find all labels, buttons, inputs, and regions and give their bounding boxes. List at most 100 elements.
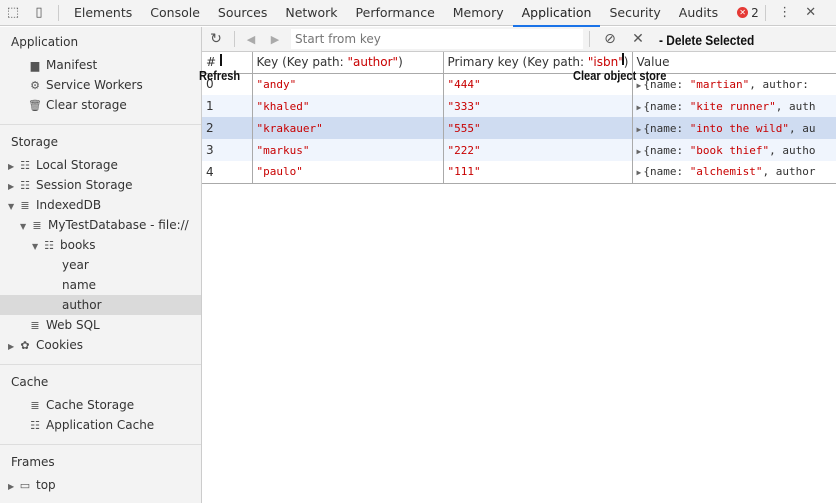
expand-arrow-icon[interactable]: ▶ [8,157,18,177]
tab-application[interactable]: Application [512,0,601,27]
expand-arrow-icon[interactable]: ▶ [637,103,642,112]
error-count-badge[interactable]: ✕ 2 [737,6,759,20]
cookie-icon: ✿ [20,339,30,352]
key-cell: "andy" [252,73,444,95]
start-from-key-input[interactable] [291,29,583,49]
table-row[interactable]: 1 "khaled" "333" ▶ {name: "kite runner", aut… [202,95,836,117]
row-index: 3 [202,139,253,161]
database-icon: ≣ [32,219,42,232]
tab-audits[interactable]: Audits [670,0,727,26]
sidebar-item-session-storage[interactable]: ▶ ☷ Session Storage [0,175,201,195]
tab-memory[interactable]: Memory [444,0,513,26]
clear-object-store-annotation: Clear object store [573,68,667,83]
refresh-button[interactable]: ↻ [202,31,230,47]
annotation-pointer [220,54,222,66]
device-toolbar-icon[interactable]: ▯ [26,5,52,20]
sidebar-item-service-workers[interactable]: ⚙ Service Workers [0,75,201,95]
devtools-tabbar: ⬚ ▯ Elements Console Sources Network Perform… [0,0,836,27]
sidebar-item-clear-storage[interactable]: 🗑 Clear storage [0,95,201,115]
divider [0,124,201,125]
sidebar-item-cache-storage[interactable]: ≣ Cache Storage [0,395,201,415]
previous-page-button[interactable]: ◀ [239,33,263,46]
row-index: 4 [202,161,253,184]
expand-arrow-icon[interactable]: ▶ [637,168,642,177]
gear-icon: ⚙ [30,79,40,92]
sidebar-item-mytestdatabase[interactable]: ▼ ≣ MyTestDatabase - file:// [0,215,201,235]
key-cell: "paulo" [252,161,444,184]
tab-sources[interactable]: Sources [209,0,276,26]
expand-arrow-icon[interactable]: ▶ [8,177,18,197]
key-cell: "krakauer" [252,117,444,139]
sidebar-item-index-name[interactable]: name [0,275,201,295]
delete-selected-button[interactable]: ✕ [624,31,652,47]
sidebar-item-index-year[interactable]: year [0,255,201,275]
delete-selected-annotation: - Delete Selected [659,32,755,48]
sidebar-item-web-sql[interactable]: ≣ Web SQL [0,315,201,335]
sidebar-item-local-storage[interactable]: ▶ ☷ Local Storage [0,155,201,175]
tab-network[interactable]: Network [276,0,346,26]
primary-key-cell: "222" [443,139,633,161]
primary-key-cell: "555" [443,117,633,139]
database-icon: ≣ [20,199,30,212]
column-header-key[interactable]: Key (Key path: "author") [252,52,444,74]
sidebar-item-indexeddb[interactable]: ▼ ≣ IndexedDB [0,195,201,215]
annotation-pointer [622,53,624,65]
key-cell: "khaled" [252,95,444,117]
divider [589,31,590,47]
table-row[interactable]: 0 "andy" "444" ▶ {name: "martian", author: [202,73,836,95]
more-options-icon[interactable]: ⋮ [772,5,798,20]
grid-icon: ☷ [44,239,54,252]
row-index: 2 [202,117,253,139]
primary-key-cell: "333" [443,95,633,117]
tab-performance[interactable]: Performance [347,0,444,26]
expand-arrow-icon[interactable]: ▶ [637,147,642,156]
tab-console[interactable]: Console [141,0,209,26]
refresh-annotation: Refresh [199,68,241,83]
expand-arrow-icon[interactable]: ▶ [637,125,642,134]
sidebar-item-index-author[interactable]: author [0,295,201,315]
row-index: 1 [202,95,253,117]
grid-icon: ☷ [20,159,30,172]
table-row[interactable]: 3 "markus" "222" ▶ {name: "book thief", auth… [202,139,836,161]
sidebar-item-manifest[interactable]: ▆ Manifest [0,55,201,75]
expand-arrow-icon[interactable]: ▼ [20,217,30,237]
clear-object-store-button[interactable]: ⊘ [596,31,624,47]
divider [0,364,201,365]
sidebar: Application ▆ Manifest ⚙ Service Workers 🗑 Cle… [0,27,202,503]
table-row[interactable]: 4 "paulo" "111" ▶ {name: "alchemist", author [202,161,836,184]
section-header-frames: Frames [11,455,55,469]
tab-elements[interactable]: Elements [65,0,141,26]
key-cell: "markus" [252,139,444,161]
divider [0,444,201,445]
database-icon: ≣ [30,319,40,332]
table-header: # Key (Key path: "author") Primary key (… [202,52,836,74]
inspect-element-icon[interactable]: ⬚ [0,5,26,20]
sidebar-item-books[interactable]: ▼ ☷ books [0,235,201,255]
expand-arrow-icon[interactable]: ▶ [8,337,18,357]
expand-arrow-icon[interactable]: ▶ [8,477,18,497]
primary-key-cell: "111" [443,161,633,184]
section-header-storage: Storage [11,135,58,149]
next-page-button[interactable]: ▶ [263,33,287,46]
close-icon[interactable]: ✕ [798,5,824,20]
sidebar-item-top[interactable]: ▶ ▭ top [0,475,201,495]
divider [764,4,766,21]
expand-arrow-icon[interactable]: ▼ [32,237,42,257]
sidebar-item-cookies[interactable]: ▶ ✿ Cookies [0,335,201,355]
manifest-icon: ▆ [30,59,40,72]
grid-icon: ☷ [30,419,40,432]
divider [234,31,235,47]
value-cell: ▶ {name: "book thief", autho [632,139,836,161]
table-row[interactable]: 2 "krakauer" "555" ▶ {name: "into the wild",… [202,117,836,139]
database-icon: ≣ [30,399,40,412]
value-cell: ▶ {name: "into the wild", au [632,117,836,139]
value-cell: ▶ {name: "kite runner", auth [632,95,836,117]
data-table: # Key (Key path: "author") Primary key (… [202,52,836,184]
tab-security[interactable]: Security [600,0,669,26]
sidebar-item-application-cache[interactable]: ☷ Application Cache [0,415,201,435]
frame-icon: ▭ [19,479,31,492]
expand-arrow-icon[interactable]: ▼ [8,197,18,217]
divider [58,4,59,21]
grid-icon: ☷ [20,179,30,192]
error-icon: ✕ [737,7,749,18]
